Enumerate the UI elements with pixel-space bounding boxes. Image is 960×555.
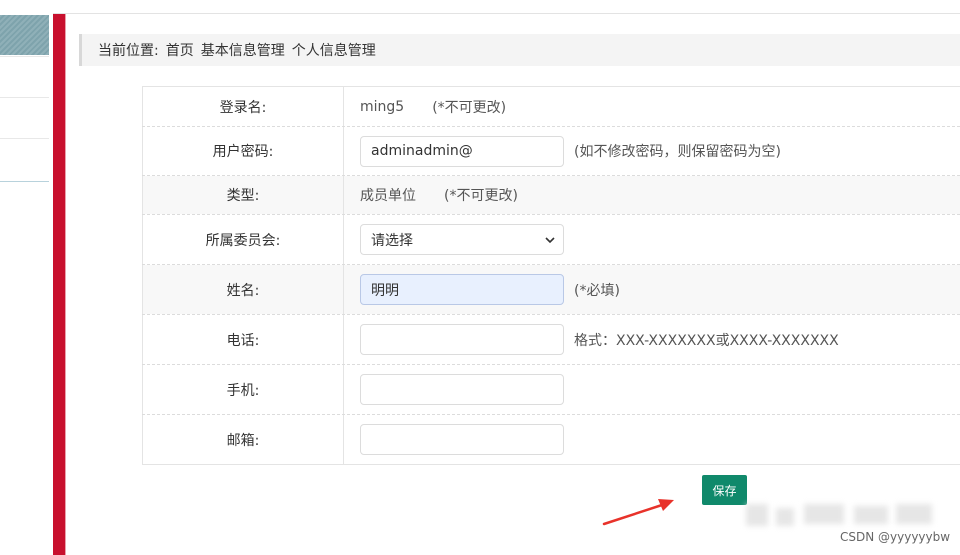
- top-bar: [0, 0, 960, 14]
- nav-tile[interactable]: [0, 15, 49, 55]
- nav-divider: [0, 56, 49, 57]
- row-phone: 电话: 格式：XXX-XXXXXXX或XXXX-XXXXXXX: [142, 315, 960, 364]
- row-email: 邮箱:: [142, 415, 960, 464]
- chevron-down-icon: [545, 236, 555, 243]
- breadcrumb-home[interactable]: 首页: [166, 40, 194, 60]
- mobile-input[interactable]: [360, 374, 564, 405]
- name-note: (*必填): [574, 282, 620, 299]
- redacted-area: [746, 500, 936, 530]
- table-border: [142, 464, 960, 465]
- password-label: 用户密码:: [143, 127, 344, 175]
- accent-bar: [53, 14, 65, 555]
- type-label: 类型:: [143, 176, 344, 214]
- name-label: 姓名:: [143, 265, 344, 314]
- breadcrumb-basic-info[interactable]: 基本信息管理: [201, 40, 285, 60]
- login-note: (*不可更改): [432, 99, 507, 116]
- committee-select[interactable]: 请选择: [360, 224, 564, 255]
- type-value: 成员单位: [360, 188, 416, 204]
- accent-line: [65, 14, 66, 555]
- breadcrumb-prefix: 当前位置:: [98, 43, 159, 59]
- left-nav: [0, 0, 53, 555]
- type-note: (*不可更改): [444, 188, 518, 204]
- email-label: 邮箱:: [143, 415, 344, 464]
- committee-label: 所属委员会:: [143, 215, 344, 264]
- nav-divider: [0, 97, 49, 98]
- row-type: 类型: 成员单位 (*不可更改): [142, 176, 960, 214]
- row-committee: 所属委员会: 请选择: [142, 215, 960, 264]
- mobile-label: 手机:: [143, 365, 344, 414]
- row-mobile: 手机:: [142, 365, 960, 414]
- phone-label: 电话:: [143, 315, 344, 364]
- row-name: 姓名: (*必填): [142, 265, 960, 314]
- phone-input[interactable]: [360, 324, 564, 355]
- name-input[interactable]: [360, 274, 564, 305]
- row-password: 用户密码: (如不修改密码，则保留密码为空): [142, 127, 960, 175]
- email-input[interactable]: [360, 424, 564, 455]
- breadcrumb: 当前位置: 首页 基本信息管理 个人信息管理: [79, 34, 960, 66]
- annotation-arrow-icon: [602, 499, 674, 526]
- committee-selected: 请选择: [371, 232, 413, 249]
- watermark: CSDN @yyyyyybw: [840, 530, 951, 544]
- breadcrumb-personal-info[interactable]: 个人信息管理: [292, 40, 376, 60]
- row-login: 登录名: ming5 (*不可更改): [142, 87, 960, 126]
- password-note: (如不修改密码，则保留密码为空): [574, 144, 781, 160]
- nav-divider: [0, 138, 49, 139]
- nav-divider: [0, 181, 49, 182]
- login-value: ming5: [360, 98, 405, 115]
- password-input[interactable]: [360, 135, 564, 167]
- phone-note: 格式：XXX-XXXXXXX或XXXX-XXXXXXX: [574, 332, 839, 349]
- save-button[interactable]: 保存: [702, 475, 747, 505]
- login-label: 登录名:: [143, 87, 344, 126]
